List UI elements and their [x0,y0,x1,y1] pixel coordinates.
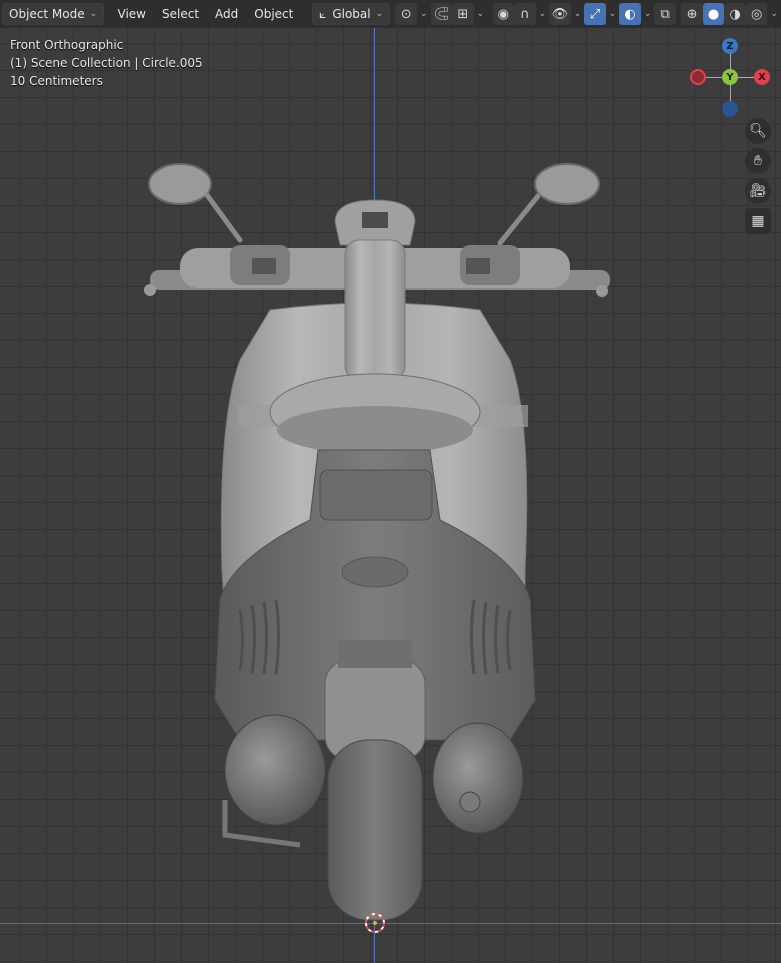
solid-shading-icon[interactable]: ● [702,3,725,25]
chevron-down-icon[interactable]: ⌄ [609,9,617,19]
scooter-model[interactable] [0,0,781,963]
snap-icon[interactable]: 🧲︎ [430,3,453,25]
camera-icon[interactable]: 🎥︎ [745,178,771,204]
chevron-down-icon[interactable]: ⌄ [770,9,778,19]
material-shading-icon[interactable]: ◑ [724,3,746,25]
transform-orientation-dropdown[interactable]: ⟀ Global ⌄ [312,3,391,25]
collection-label: (1) Scene Collection | Circle.005 [10,56,203,70]
menu-add[interactable]: Add [207,3,246,25]
front-wheel [327,739,423,921]
falloff-icon[interactable]: ∩ [514,3,536,25]
pivot-icon[interactable]: ⊙ [395,3,418,25]
zoom-icon[interactable]: 🔍︎ [745,118,771,144]
orientation-icon: ⟀ [319,6,327,21]
navigation-gizmo[interactable]: Z Y X [690,38,770,118]
xray-icon[interactable]: ⧉ [654,3,676,25]
grid-icon[interactable]: ▦ [745,208,771,234]
chevron-down-icon[interactable]: ⌄ [644,9,652,19]
y-axis-ball[interactable]: Y [722,69,738,85]
rendered-shading-icon[interactable]: ◎ [745,3,768,25]
chevron-down-icon: ⌄ [89,9,98,19]
x-axis-ball[interactable]: X [754,69,770,85]
chevron-down-icon: ⌄ [375,9,384,19]
chevron-down-icon[interactable]: ⌄ [574,9,582,19]
mode-dropdown[interactable]: Object Mode ⌄ [2,3,105,25]
wireframe-shading-icon[interactable]: ⊕ [681,3,703,25]
hand-pan-icon[interactable]: ✋︎ [745,148,771,174]
menu-view[interactable]: View [110,3,154,25]
visibility-icon[interactable]: 👁︎ [549,3,571,25]
orientation-label: Global [332,7,371,21]
right-engine [432,722,524,834]
viewport-info: Front Orthographic (1) Scene Collection … [10,36,203,90]
chevron-down-icon[interactable]: ⌄ [477,9,485,19]
proportional-edit-icon[interactable]: ◉ [492,3,515,25]
gizmo-toggle-icon[interactable]: ⤢ [584,3,606,25]
chevron-down-icon[interactable]: ⌄ [420,9,428,19]
neg-z-axis-ball[interactable] [722,101,738,117]
mode-label: Object Mode [9,7,85,21]
left-mirror [148,163,243,243]
menu-object[interactable]: Object [246,3,301,25]
z-axis-ball[interactable]: Z [722,38,738,54]
view-name: Front Orthographic [10,38,124,52]
right-mirror [497,163,600,246]
viewport-header: Object Mode ⌄ View Select Add Object ⟀ G… [0,0,781,28]
snap-target-icon[interactable]: ⊞ [452,3,474,25]
left-engine [224,714,326,826]
neg-x-axis-ball[interactable] [690,69,706,85]
grid-scale-label: 10 Centimeters [10,74,103,88]
chevron-down-icon[interactable]: ⌄ [539,9,547,19]
overlay-toggle-icon[interactable]: ◐ [619,3,641,25]
3d-viewport[interactable]: Front Orthographic (1) Scene Collection … [0,0,781,963]
menu-select[interactable]: Select [154,3,207,25]
